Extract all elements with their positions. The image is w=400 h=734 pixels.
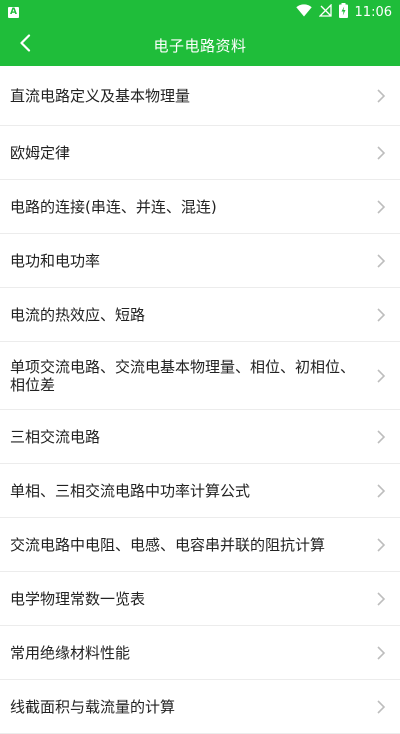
list-item[interactable]: 交流电路中电阻、电感、电容串并联的阻抗计算 [0, 518, 400, 572]
back-arrow-icon [19, 34, 31, 56]
chevron-right-icon [377, 145, 386, 160]
chevron-right-icon [377, 88, 386, 103]
chevron-right-icon [377, 199, 386, 214]
list-item-label: 单相、三相交流电路中功率计算公式 [10, 481, 251, 500]
chevron-right-icon [377, 537, 386, 552]
list-item-label: 直流电路定义及基本物理量 [10, 86, 191, 105]
list-item-label: 线截面积与载流量的计算 [10, 697, 176, 716]
wifi-icon [295, 3, 312, 21]
list-item-label: 电路的连接(串连、并连、混连) [10, 197, 217, 216]
list-item[interactable]: 电学物理常数一览表 [0, 572, 400, 626]
list-item[interactable]: 三相交流电路 [0, 410, 400, 464]
list-item-label: 电学物理常数一览表 [10, 589, 146, 608]
status-bar: A 11:06 [0, 0, 400, 24]
app-bar: 电子电路资料 [0, 24, 400, 66]
document-list: 直流电路定义及基本物理量 欧姆定律 电路的连接(串连、并连、混连) 电功和电功率… [0, 66, 400, 734]
list-item[interactable]: 电路的连接(串连、并连、混连) [0, 180, 400, 234]
list-item[interactable]: 单相、三相交流电路中功率计算公式 [0, 464, 400, 518]
chevron-right-icon [377, 699, 386, 714]
status-left: A [8, 6, 19, 18]
chevron-right-icon [377, 591, 386, 606]
list-item-label: 单项交流电路、交流电基本物理量、相位、初相位、相位差 [10, 357, 356, 394]
list-item-label: 交流电路中电阻、电感、电容串并联的阻抗计算 [10, 535, 326, 554]
list-item[interactable]: 欧姆定律 [0, 126, 400, 180]
list-item[interactable]: 线截面积与载流量的计算 [0, 680, 400, 734]
list-item[interactable]: 直流电路定义及基本物理量 [0, 66, 400, 126]
list-item-label: 三相交流电路 [10, 427, 101, 446]
chevron-right-icon [377, 483, 386, 498]
chevron-right-icon [377, 645, 386, 660]
no-signal-icon [317, 2, 332, 21]
list-item-label: 常用绝缘材料性能 [10, 643, 131, 662]
list-item[interactable]: 电功和电功率 [0, 234, 400, 288]
app-notification-icon: A [8, 6, 19, 18]
list-item-label: 电流的热效应、短路 [10, 305, 146, 324]
list-item-label: 电功和电功率 [10, 251, 101, 270]
battery-charging-icon [338, 2, 348, 22]
list-item-label: 欧姆定律 [10, 143, 71, 162]
list-item[interactable]: 单项交流电路、交流电基本物理量、相位、初相位、相位差 [0, 342, 400, 410]
chevron-right-icon [377, 307, 386, 322]
page-title: 电子电路资料 [153, 36, 247, 55]
back-button[interactable] [10, 30, 40, 60]
chevron-right-icon [377, 368, 386, 383]
chevron-right-icon [377, 253, 386, 268]
status-right: 11:06 [295, 2, 392, 22]
status-time: 11:06 [354, 4, 392, 20]
list-item[interactable]: 常用绝缘材料性能 [0, 626, 400, 680]
chevron-right-icon [377, 429, 386, 444]
list-item[interactable]: 电流的热效应、短路 [0, 288, 400, 342]
